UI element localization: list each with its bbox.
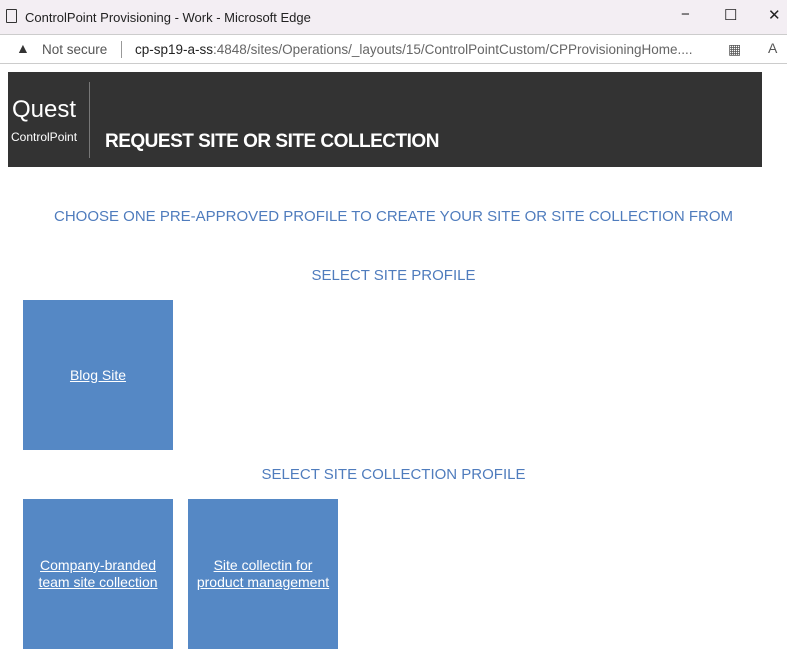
quest-logo: Quest: [12, 96, 77, 123]
url-field[interactable]: cp-sp19-a-ss:4848/sites/Operations/_layo…: [135, 42, 693, 57]
security-status[interactable]: Not secure: [42, 42, 107, 57]
divider: [121, 41, 122, 58]
site-profile-heading: SELECT SITE PROFILE: [311, 267, 476, 284]
read-aloud-icon[interactable]: A: [768, 40, 777, 56]
page-title: REQUEST SITE OR SITE COLLECTION: [105, 131, 439, 152]
window-title: ControlPoint Provisioning - Work - Micro…: [25, 10, 311, 25]
profile-tile-blog-site[interactable]: Blog Site: [23, 300, 173, 450]
controlpoint-logo: ControlPoint: [11, 130, 78, 144]
site-collection-profile-heading: SELECT SITE COLLECTION PROFILE: [261, 466, 526, 483]
warning-icon[interactable]: ▲: [16, 40, 30, 56]
header-banner: Quest ControlPoint REQUEST SITE OR SITE …: [8, 72, 762, 167]
profile-tile-product-management[interactable]: Site collectin for product management: [188, 499, 338, 649]
address-bar[interactable]: ▲ Not secure cp-sp19-a-ss:4848/sites/Ope…: [0, 34, 787, 64]
apps-icon[interactable]: ▦: [728, 41, 741, 58]
profile-tile-company-branded[interactable]: Company-branded team site collection: [23, 499, 173, 649]
instruction-text: CHOOSE ONE PRE-APPROVED PROFILE TO CREAT…: [53, 208, 733, 225]
divider: [89, 82, 90, 158]
maximize-button[interactable]: ☐: [724, 6, 737, 24]
title-bar: ControlPoint Provisioning - Work - Micro…: [0, 0, 787, 34]
close-button[interactable]: ✕: [768, 6, 781, 24]
page-icon: [6, 9, 17, 23]
url-path: :4848/sites/Operations/_layouts/15/Contr…: [213, 42, 693, 57]
url-host: cp-sp19-a-ss: [135, 42, 214, 57]
minimize-button[interactable]: −: [681, 6, 690, 23]
